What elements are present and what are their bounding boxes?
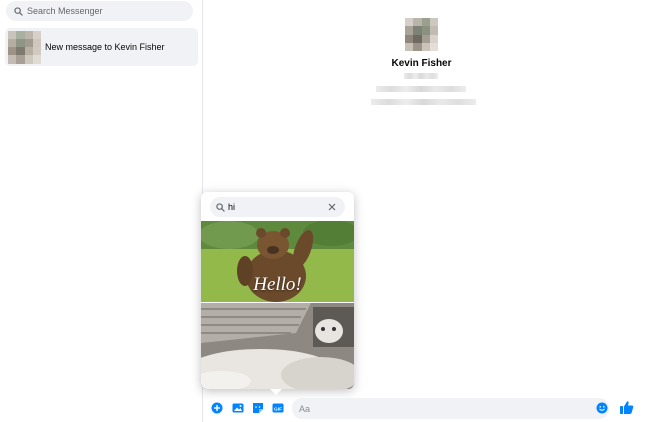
message-input[interactable]: [292, 398, 609, 419]
gif-caption: Hello!: [253, 274, 302, 295]
plus-icon[interactable]: [211, 402, 223, 414]
gif-search-box[interactable]: [210, 197, 345, 217]
redacted-line: [371, 99, 476, 105]
gif-picker-popup: Hello!: [201, 192, 354, 395]
gif-search-input[interactable]: [228, 202, 328, 212]
thumbs-up-icon[interactable]: [619, 400, 634, 415]
redacted-line: [376, 86, 466, 92]
conversation-sidebar: Search Messenger New message to Kevin Fi…: [0, 0, 203, 422]
cat-image: [201, 303, 354, 389]
search-icon: [14, 6, 23, 16]
redacted-line: [404, 73, 438, 79]
avatar: [8, 30, 41, 64]
conversation-label: New message to Kevin Fisher: [45, 42, 165, 52]
search-placeholder: Search Messenger: [27, 6, 103, 16]
contact-avatar: [405, 18, 438, 51]
contact-name: Kevin Fisher: [391, 58, 452, 69]
composer-bar: GIF: [203, 395, 650, 422]
emoji-icon[interactable]: [596, 402, 608, 414]
gif-icon[interactable]: GIF: [272, 402, 284, 414]
svg-text:GIF: GIF: [274, 406, 282, 412]
search-messenger-box[interactable]: Search Messenger: [6, 1, 193, 21]
conversation-item-new-message[interactable]: New message to Kevin Fisher: [5, 28, 198, 66]
image-icon[interactable]: [232, 402, 244, 414]
gif-result-cat[interactable]: [201, 303, 354, 389]
gif-result-bear[interactable]: Hello!: [201, 221, 354, 302]
search-icon: [216, 202, 225, 212]
gif-results-list: Hello!: [201, 221, 354, 389]
close-icon[interactable]: [327, 202, 337, 212]
sticker-icon[interactable]: [252, 402, 264, 414]
